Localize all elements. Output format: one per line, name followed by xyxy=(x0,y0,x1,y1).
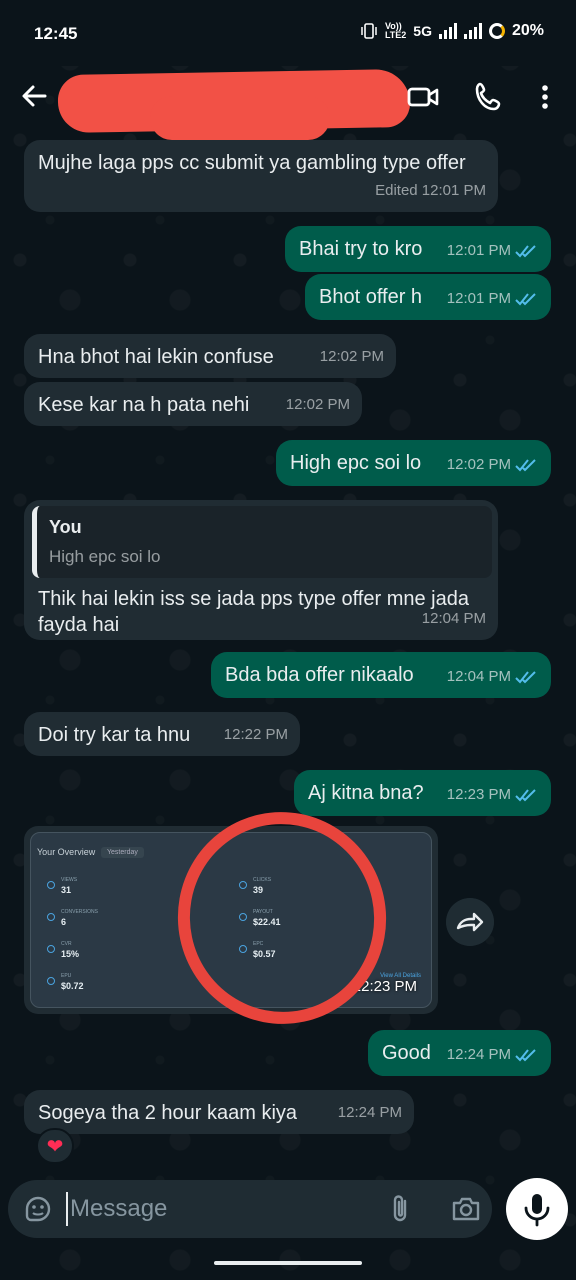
video-call-icon[interactable] xyxy=(406,80,440,114)
message-meta: 12:02 PM xyxy=(319,348,384,365)
more-options-icon[interactable] xyxy=(528,80,562,114)
message-outgoing[interactable]: Good 12:24 PM xyxy=(368,1030,551,1076)
message-incoming[interactable]: Mujhe laga pps cc submit ya gambling typ… xyxy=(24,140,498,212)
views-icon xyxy=(47,881,55,889)
read-receipt-icon xyxy=(515,459,536,472)
vibrate-icon xyxy=(361,23,377,39)
stat-conversions: CONVERSIONS 6 xyxy=(61,909,98,927)
message-composer xyxy=(8,1180,492,1238)
quoted-message[interactable]: You High epc soi lo xyxy=(32,506,492,578)
message-meta: 12:01 PM xyxy=(447,286,539,312)
status-time: 12:45 xyxy=(34,24,78,43)
message-meta: 12:24 PM xyxy=(337,1104,402,1121)
message-meta: 12:04 PM xyxy=(447,664,539,690)
microphone-icon xyxy=(524,1194,550,1227)
quoted-text: High epc soi lo xyxy=(49,547,161,566)
battery-saver-icon xyxy=(488,23,505,39)
message-incoming[interactable]: Doi try kar ta hnu 12:22 PM xyxy=(24,712,300,756)
message-meta: 12:23 PM xyxy=(447,782,539,808)
message-outgoing[interactable]: Aj kitna bna? 12:23 PM xyxy=(294,770,551,816)
voice-call-icon[interactable] xyxy=(472,80,506,114)
cvr-icon xyxy=(47,945,55,953)
read-receipt-icon xyxy=(515,1049,536,1062)
message-text: Mujhe laga pps cc submit ya gambling typ… xyxy=(38,152,466,174)
camera-icon[interactable] xyxy=(450,1193,482,1225)
message-outgoing[interactable]: High epc soi lo 12:02 PM xyxy=(276,440,551,486)
message-incoming-reply[interactable]: You High epc soi lo Thik hai lekin iss s… xyxy=(24,500,498,640)
read-receipt-icon xyxy=(515,671,536,684)
back-arrow-icon[interactable] xyxy=(18,80,50,112)
stat-epu: EPU $0.72 xyxy=(61,973,84,991)
message-meta: 12:24 PM xyxy=(447,1042,539,1068)
screenshot-period: Yesterday xyxy=(101,847,144,858)
read-receipt-icon xyxy=(515,245,536,258)
forward-icon[interactable] xyxy=(446,898,494,946)
message-outgoing[interactable]: Bda bda offer nikaalo 12:04 PM xyxy=(211,652,551,698)
message-incoming[interactable]: Kese kar na h pata nehi 12:02 PM xyxy=(24,382,362,426)
heart-reaction-icon[interactable]: ❤ xyxy=(36,1128,74,1164)
message-incoming[interactable]: Sogeya tha 2 hour kaam kiya 12:24 PM xyxy=(24,1090,414,1134)
status-icons: Vo)) LTE2 5G 20% xyxy=(360,22,544,40)
status-bar: 12:45 Vo)) LTE2 5G 20% xyxy=(0,0,576,66)
message-outgoing[interactable]: Bhai try to kro 12:01 PM xyxy=(285,226,551,272)
stat-cvr: CVR 15% xyxy=(61,941,80,959)
message-meta: 12:04 PM xyxy=(421,610,486,627)
message-meta: 12:22 PM xyxy=(223,726,288,743)
message-meta: 12:02 PM xyxy=(447,452,539,478)
message-meta: Edited 12:01 PM xyxy=(375,182,486,199)
quoted-sender: You xyxy=(49,517,82,537)
message-text: Thik hai lekin iss se jada pps type offe… xyxy=(38,588,469,636)
message-input[interactable] xyxy=(66,1192,366,1226)
signal-icon-2 xyxy=(463,23,482,39)
conversions-icon xyxy=(47,913,55,921)
screenshot-title: Your Overview xyxy=(37,847,96,857)
read-receipt-icon xyxy=(515,293,536,306)
home-indicator[interactable] xyxy=(214,1261,362,1265)
read-receipt-icon xyxy=(515,789,536,802)
volte-indicator: Vo)) LTE2 xyxy=(384,21,407,40)
sticker-emoji-icon[interactable] xyxy=(22,1193,54,1225)
message-meta: 12:02 PM xyxy=(285,396,350,413)
message-outgoing[interactable]: Bhot offer h 12:01 PM xyxy=(305,274,551,320)
battery-percent: 20% xyxy=(511,22,544,39)
attach-icon[interactable] xyxy=(386,1193,416,1225)
message-incoming[interactable]: Hna bhot hai lekin confuse 12:02 PM xyxy=(24,334,396,378)
stat-views: VIEWS 31 xyxy=(61,877,78,895)
chat-header xyxy=(0,66,576,140)
message-meta: 12:01 PM xyxy=(447,238,539,264)
signal-icon-1 xyxy=(438,23,457,39)
redaction-mark xyxy=(150,96,330,140)
network-type: 5G xyxy=(413,23,432,39)
voice-message-button[interactable] xyxy=(506,1178,568,1240)
epu-icon xyxy=(47,977,55,985)
